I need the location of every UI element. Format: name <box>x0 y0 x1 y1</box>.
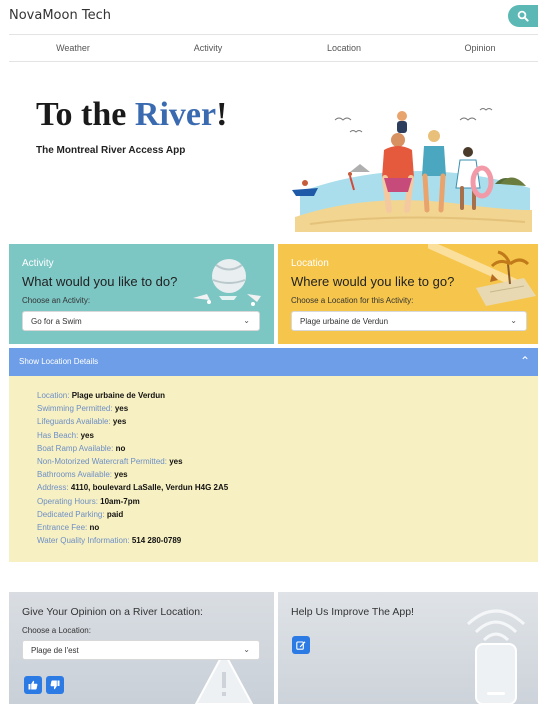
location-select[interactable]: Plage urbaine de Verdun ⌄ <box>291 311 527 331</box>
opinion-panel: Give Your Opinion on a River Location: C… <box>9 592 274 704</box>
page-title: To the River! <box>36 96 228 133</box>
brand-name[interactable]: NovaMoon Tech <box>9 8 111 23</box>
thumbs-down-button[interactable] <box>46 676 64 694</box>
activity-select-value: Go for a Swim <box>31 317 82 326</box>
location-details-toggle[interactable]: Show Location Details ⌃ <box>9 348 538 376</box>
chevron-down-icon: ⌄ <box>510 316 517 325</box>
detail-parking: Dedicated Parking: paid <box>37 509 124 519</box>
feedback-edit-button[interactable] <box>292 636 310 654</box>
opinion-location-select[interactable]: Plage de l'est ⌄ <box>22 640 260 660</box>
help-improve-panel: Help Us Improve The App! <box>278 592 538 704</box>
detail-boat-ramp: Boat Ramp Available: no <box>37 443 126 453</box>
chevron-down-icon: ⌄ <box>243 645 250 654</box>
location-select-value: Plage urbaine de Verdun <box>300 317 389 326</box>
detail-entrance-fee: Entrance Fee: no <box>37 522 100 532</box>
main-nav: Weather Activity Location Opinion <box>9 34 538 62</box>
opinion-select-value: Plage de l'est <box>31 646 79 655</box>
top-bar: NovaMoon Tech <box>0 0 538 34</box>
location-kicker: Location <box>291 258 329 269</box>
location-panel: Location Where would you like to go? Cho… <box>278 244 538 344</box>
detail-swimming: Swimming Permitted: yes <box>37 404 129 414</box>
nav-weather[interactable]: Weather <box>56 43 90 53</box>
activity-select-label: Choose an Activity: <box>22 296 91 305</box>
thumbs-down-icon <box>50 680 60 690</box>
beach-ball-illustration <box>193 259 261 306</box>
detail-lifeguards: Lifeguards Available: yes <box>37 417 127 427</box>
opinion-select-label: Choose a Location: <box>22 626 91 635</box>
location-details-list: Location: Plage urbaine de Verdun Swimmi… <box>37 389 228 547</box>
detail-watercraft: Non-Motorized Watercraft Permitted: yes <box>37 456 183 466</box>
search-button[interactable] <box>508 5 538 27</box>
detail-bathrooms: Bathrooms Available: yes <box>37 470 128 480</box>
nav-location[interactable]: Location <box>327 43 361 53</box>
edit-icon <box>296 641 306 650</box>
title-accent: River <box>134 96 217 133</box>
search-icon <box>517 10 529 22</box>
location-details-toggle-label: Show Location Details <box>19 357 99 366</box>
chevron-up-icon[interactable]: ⌃ <box>520 354 530 368</box>
detail-hours: Operating Hours: 10am-7pm <box>37 496 140 506</box>
detail-water-quality: Water Quality Information: 514 280-0789 <box>37 536 182 546</box>
detail-address: Address: 4110, boulevard LaSalle, Verdun… <box>37 483 229 493</box>
thumbs-up-button[interactable] <box>24 676 42 694</box>
activity-question: What would you like to do? <box>22 274 178 289</box>
location-select-label: Choose a Location for this Activity: <box>291 296 414 305</box>
thumbs-up-icon <box>28 680 38 690</box>
location-details-panel: Location: Plage urbaine de Verdun Swimmi… <box>9 376 538 562</box>
activity-panel: Activity What would you like to do? Choo… <box>9 244 274 344</box>
page-subtitle: The Montreal River Access App <box>36 145 186 156</box>
hero-illustration <box>292 108 532 232</box>
activity-select[interactable]: Go for a Swim ⌄ <box>22 311 260 331</box>
detail-location: Location: Plage urbaine de Verdun <box>37 391 166 400</box>
location-question: Where would you like to go? <box>291 274 455 289</box>
phone-wifi-illustration <box>466 609 526 704</box>
nav-activity[interactable]: Activity <box>194 43 223 53</box>
chevron-down-icon: ⌄ <box>243 316 250 325</box>
help-title: Help Us Improve The App! <box>291 606 414 618</box>
opinion-title: Give Your Opinion on a River Location: <box>22 606 203 618</box>
nav-opinion[interactable]: Opinion <box>464 43 495 53</box>
detail-beach: Has Beach: yes <box>37 430 94 440</box>
activity-kicker: Activity <box>22 258 54 269</box>
